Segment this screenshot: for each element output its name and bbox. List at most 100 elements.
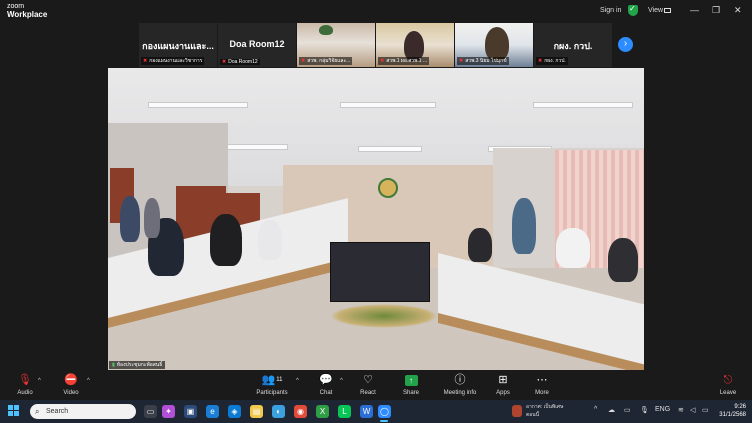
video-options-caret-icon[interactable]: ^ (87, 378, 90, 384)
mic-muted-icon: ✖ (301, 58, 306, 64)
search-icon: ⌕ (35, 407, 40, 416)
apps-icon: ⊞ (498, 374, 508, 386)
meeting-attendee (258, 220, 282, 260)
mic-muted-icon: ✖ (538, 58, 543, 64)
ceiling-light (358, 146, 422, 152)
active-app-indicator (380, 420, 388, 422)
windows-taskbar: ⌕ Search ▭ ✦ ▣ e ◈ ▤ ◐ ◉ X L W ◯ อากาศ: … (0, 400, 752, 423)
close-icon[interactable]: ✕ (734, 5, 742, 16)
participant-person (485, 27, 509, 61)
meeting-toolbar: 🎙 Audio ^ ⛔ Video ^ 👥11 Participants ^ 💬… (0, 372, 752, 400)
meeting-info-label: Meeting info (443, 390, 477, 396)
chrome-icon[interactable]: ◉ (294, 405, 307, 418)
restore-icon[interactable]: ❐ (712, 5, 720, 16)
security-shield-icon[interactable] (628, 4, 638, 16)
meeting-attendee (210, 214, 242, 266)
ceiling-light (218, 144, 288, 150)
participant-strip: กองแผนงานและ... ✖ กองแผนงานและวิชาการ Doa… (139, 23, 612, 67)
windows-start-icon[interactable] (8, 405, 20, 417)
ceiling-light (533, 102, 633, 108)
taskbar-clock[interactable]: 9:26 31/1/2568 (714, 403, 746, 419)
participant-name: กผง. กวป. (553, 41, 593, 51)
leave-button[interactable]: ⎋ Leave (706, 374, 750, 397)
speaker-name-label: ▮ ห้องประชุมกะพ้อสนธิ์ (109, 361, 166, 369)
copilot-icon[interactable]: ✦ (162, 405, 175, 418)
participant-name: Doa Room12 (229, 39, 285, 49)
mic-muted-icon: ✖ (459, 58, 464, 64)
video-label: Video (63, 390, 79, 396)
language-indicator[interactable]: ENG (655, 406, 670, 413)
apps-label: Apps (496, 390, 510, 396)
weather-widget[interactable]: อากาศ: เป็นพิเศษ ตอนนี้ (526, 403, 563, 419)
meeting-attendee (120, 196, 140, 242)
apps-button[interactable]: ⊞ Apps (481, 374, 525, 397)
participant-label-text: สวพ.3 นิยม ไข่มุกข์ (465, 58, 507, 64)
participant-label: ✖ Doa Room12 (220, 59, 260, 65)
more-label: More (535, 390, 549, 396)
info-icon: ⓘ (454, 374, 466, 386)
camera-icon[interactable]: ▭ (624, 406, 631, 414)
mic-muted-icon: ✖ (380, 58, 385, 64)
audio-options-caret-icon[interactable]: ^ (38, 378, 41, 384)
participant-label-text: สวพ. กลุ่มวิจัยและ... (307, 58, 351, 64)
weather-text-2: ตอนนี้ (526, 412, 540, 418)
word-icon[interactable]: W (360, 405, 373, 418)
participant-label: ✖ สวพ.1 ผอ.สวพ.1 ... (378, 57, 430, 65)
sign-in-link[interactable]: Sign in (600, 7, 621, 14)
line-app-icon[interactable]: L (338, 405, 351, 418)
clock-date: 31/1/2568 (719, 412, 746, 418)
minimize-icon[interactable]: — (690, 5, 699, 15)
share-button[interactable]: ↑ Share (389, 374, 433, 397)
ceiling-light (148, 102, 248, 108)
participant-video-tile[interactable]: ✖ สวพ.1 ผอ.สวพ.1 ... (376, 23, 454, 67)
leave-icon: ⎋ (723, 374, 733, 386)
store-icon[interactable]: ◈ (228, 405, 241, 418)
volume-icon[interactable]: ◁ (690, 406, 695, 414)
task-view-icon[interactable]: ▭ (144, 405, 157, 418)
speaker-name-text: ห้องประชุมกะพ้อสนธิ์ (116, 362, 163, 368)
zoom-taskbar-icon[interactable]: ◯ (378, 405, 391, 418)
participant-video-tile[interactable]: ✖ สวพ.3 นิยม ไข่มุกข์ (455, 23, 533, 67)
app-logo: zoom Workplace (7, 3, 47, 19)
tray-overflow-icon[interactable]: ^ (594, 406, 597, 413)
participant-label-text: กองแผนงานและวิชาการ (149, 58, 203, 64)
photos-icon[interactable]: ◐ (272, 405, 285, 418)
meeting-info-button[interactable]: ⓘ Meeting info (436, 374, 484, 397)
participant-count: 11 (276, 377, 283, 383)
react-button[interactable]: ♡ React (346, 374, 390, 397)
participant-label-text: Doa Room12 (228, 59, 258, 65)
participants-options-caret-icon[interactable]: ^ (296, 378, 299, 384)
zoom-meeting-window: zoom Workplace Sign in View — ❐ ✕ กองแผน… (0, 0, 752, 400)
wall-seal-logo (378, 178, 398, 198)
chat-options-caret-icon[interactable]: ^ (340, 378, 343, 384)
more-button[interactable]: ⋯ More (520, 374, 564, 397)
excel-icon[interactable]: X (316, 405, 329, 418)
mic-muted-icon: ✖ (222, 59, 227, 65)
participant-tile[interactable]: กผง. กวป. ✖ กผง. กวป. (534, 23, 612, 67)
participant-tile[interactable]: Doa Room12 ✖ Doa Room12 (218, 23, 296, 67)
participant-name: กองแผนงานและ... (142, 41, 214, 51)
view-grid-icon[interactable] (664, 8, 671, 13)
file-explorer-icon[interactable]: ▤ (250, 405, 263, 418)
onedrive-icon[interactable]: ☁ (608, 406, 615, 414)
participant-tile[interactable]: กองแผนงานและ... ✖ กองแผนงานและวิชาการ (139, 23, 217, 67)
participant-video-tile[interactable]: ✖ สวพ. กลุ่มวิจัยและ... (297, 23, 375, 67)
wifi-icon[interactable]: ≋ (678, 406, 684, 414)
presentation-monitor (330, 242, 430, 302)
participant-label: ✖ สวพ. กลุ่มวิจัยและ... (299, 57, 353, 65)
participants-button[interactable]: 👥11 Participants (249, 374, 295, 397)
microphone-icon[interactable]: 🎙 (640, 406, 649, 414)
teams-icon[interactable]: ▣ (184, 405, 197, 418)
brand-line-2: Workplace (7, 10, 48, 19)
taskbar-search-box[interactable]: ⌕ Search (30, 404, 136, 419)
search-placeholder: Search (46, 408, 69, 415)
view-menu-button[interactable]: View (648, 7, 663, 14)
edge-icon[interactable]: e (206, 405, 219, 418)
next-page-button[interactable]: › (618, 37, 633, 52)
battery-icon[interactable]: ▭ (702, 406, 709, 414)
share-label: Share (402, 390, 419, 396)
active-speaker-video[interactable]: ▮ ห้องประชุมกะพ้อสนธิ์ (108, 68, 644, 370)
react-label: React (360, 390, 376, 396)
meeting-attendee (144, 198, 160, 238)
meeting-attendee (512, 198, 536, 254)
